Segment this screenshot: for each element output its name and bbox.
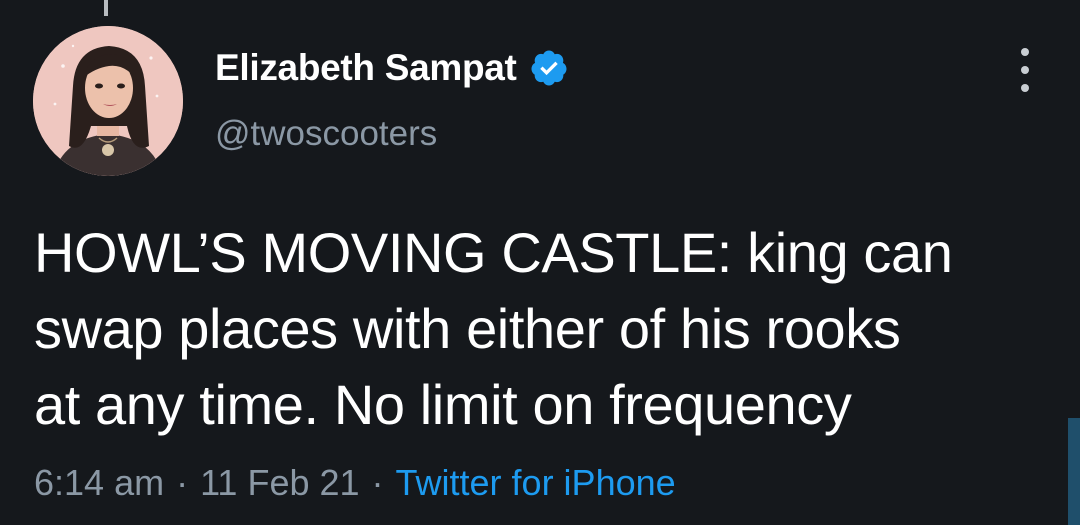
- author-handle[interactable]: @twoscooters: [215, 114, 437, 154]
- more-vertical-icon: [1021, 48, 1029, 56]
- tweet-metadata: 6:14 am · 11 Feb 21 · Twitter for iPhone: [34, 462, 676, 504]
- more-vertical-icon-dot: [1021, 66, 1029, 74]
- tweet-text-line: at any time. No limit on frequency: [34, 373, 852, 436]
- author-name-row[interactable]: Elizabeth Sampat: [215, 44, 569, 92]
- tweet-time[interactable]: 6:14 am: [34, 462, 164, 503]
- avatar-illustration: [33, 26, 183, 176]
- author-display-name[interactable]: Elizabeth Sampat: [215, 47, 517, 89]
- verified-badge-icon: [529, 48, 569, 88]
- avatar[interactable]: [33, 26, 183, 176]
- meta-separator: ·: [176, 462, 189, 503]
- tweet-text-line: HOWL’S MOVING CASTLE: king can: [34, 221, 953, 284]
- thread-connector-line: [104, 0, 108, 16]
- more-vertical-icon-dot: [1021, 84, 1029, 92]
- edge-scroll-indicator: [1068, 418, 1080, 525]
- tweet-date[interactable]: 11 Feb 21: [200, 462, 359, 503]
- tweet-text-line: swap places with either of his rooks: [34, 297, 901, 360]
- meta-separator: ·: [371, 462, 384, 503]
- tweet-source-link[interactable]: Twitter for iPhone: [396, 462, 676, 503]
- more-options-button[interactable]: [1010, 48, 1040, 92]
- tweet-body: HOWL’S MOVING CASTLE: king can swap plac…: [34, 215, 1044, 443]
